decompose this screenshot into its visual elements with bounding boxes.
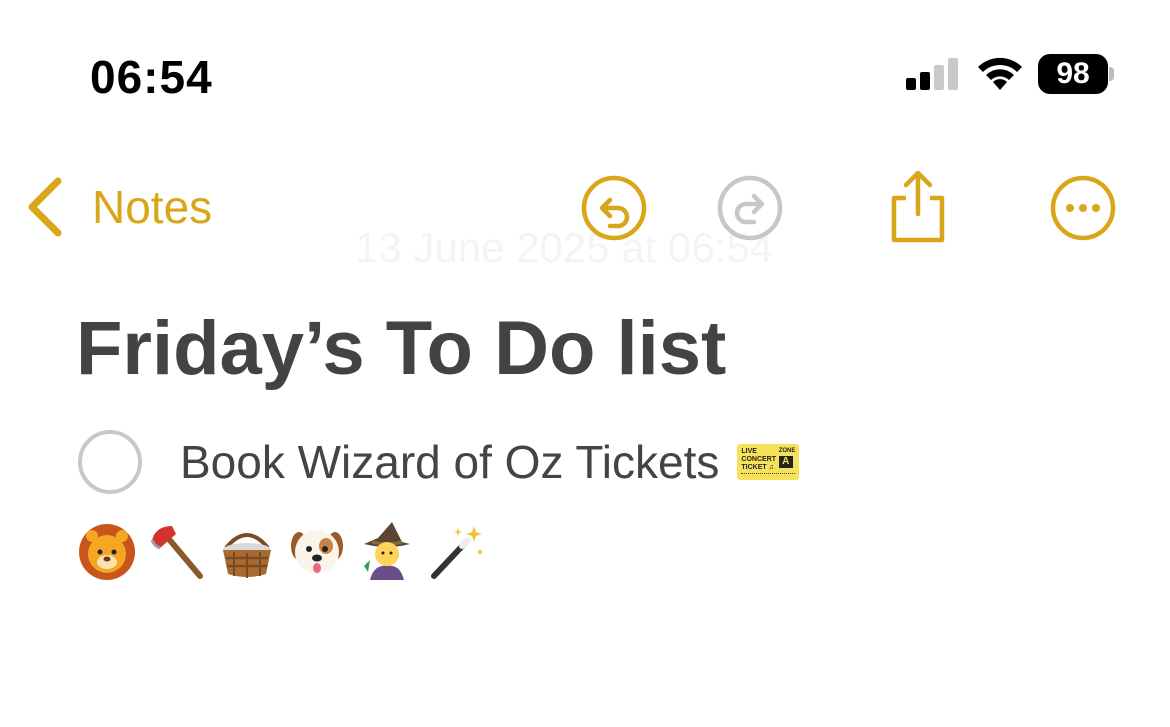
witch-icon	[364, 522, 410, 580]
checklist-item[interactable]: Book Wizard of Oz Tickets LIVE CONCERT T…	[78, 428, 800, 496]
more-icon[interactable]	[1048, 174, 1118, 242]
share-icon[interactable]	[886, 168, 950, 244]
status-time: 06:54	[90, 51, 213, 103]
ticket-line1: LIVE	[741, 448, 757, 455]
battery-level: 98	[1038, 54, 1108, 94]
ticket-text: LIVE CONCERT TICKET ♫	[741, 448, 777, 472]
wifi-icon	[978, 57, 1022, 90]
ticket-line2: CONCERT	[741, 456, 777, 463]
undo-icon[interactable]	[580, 174, 648, 242]
checkbox[interactable]	[78, 430, 142, 494]
redo-icon[interactable]	[716, 174, 784, 242]
ticket-zone: ZONE A	[778, 448, 796, 468]
cellular-signal-icon	[906, 58, 958, 90]
axe-icon	[150, 526, 203, 579]
battery-tip	[1109, 67, 1114, 81]
back-button[interactable]: Notes	[24, 172, 212, 242]
note-date: 13 June 2025 at 06:54	[355, 224, 774, 271]
basket-icon	[223, 533, 271, 578]
checklist-item-text[interactable]: Book Wizard of Oz Tickets	[180, 435, 719, 489]
battery-indicator: 98	[1038, 54, 1114, 94]
back-label: Notes	[92, 181, 213, 233]
ticket-line3: TICKET ♫	[741, 464, 774, 471]
magic-wand-icon	[431, 526, 484, 579]
note-title[interactable]: Friday’s To Do list	[76, 305, 726, 392]
ticket-icon: LIVE CONCERT TICKET ♫ ZONE A	[737, 444, 800, 480]
ticket-zone-letter: A	[778, 456, 793, 468]
chevron-left-icon	[28, 177, 62, 237]
dog-icon	[291, 530, 343, 574]
ticket-zone-label: ZONE	[778, 448, 796, 454]
ticket-divider	[741, 473, 796, 476]
emoji-line[interactable]	[76, 520, 488, 582]
lion-icon	[79, 524, 135, 580]
